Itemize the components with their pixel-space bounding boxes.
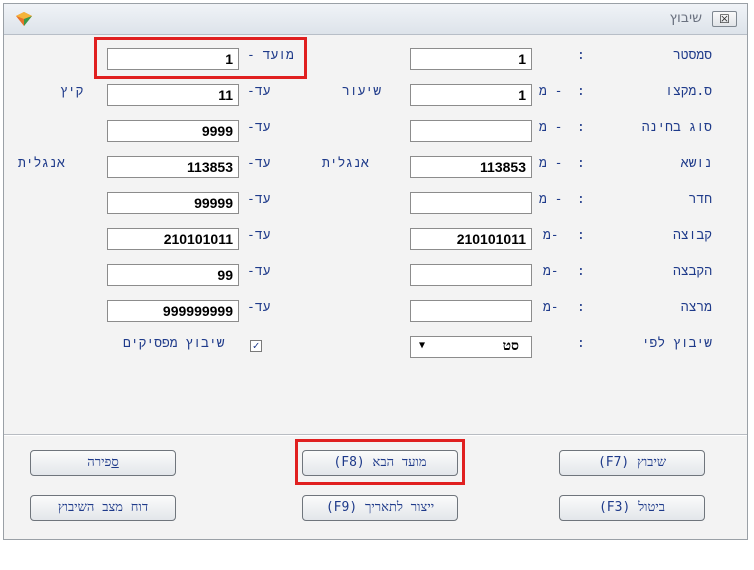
label-room: חדר bbox=[688, 192, 712, 207]
assignment-window: ☒ שיבוץ סמסטר ס.מקצו סוג בחינה נושא חדר … bbox=[3, 3, 748, 540]
label-lecturer: מרצה bbox=[680, 300, 712, 315]
from-mark: - מ bbox=[539, 192, 563, 207]
title-bar: ☒ שיבוץ bbox=[4, 4, 747, 35]
chevron-down-icon: ▼ bbox=[419, 340, 426, 351]
semester-input[interactable]: 1 bbox=[410, 48, 532, 70]
course-name-label: שיעור bbox=[342, 84, 382, 99]
assign-by-select[interactable]: ▼ סט bbox=[410, 336, 532, 358]
label-assign-by: שיבוץ לפי bbox=[641, 336, 712, 351]
from-mark: - מ bbox=[539, 156, 563, 171]
colon: : bbox=[577, 228, 585, 243]
colon: : bbox=[577, 84, 585, 99]
group-to-input[interactable]: 210101011 bbox=[107, 228, 239, 250]
subject-name-label: אנגלית bbox=[322, 156, 369, 171]
course-from-input[interactable]: 1 bbox=[410, 84, 532, 106]
to-mark: עד- bbox=[247, 120, 271, 135]
exam-type-from-input[interactable] bbox=[410, 120, 532, 142]
to-mark: עד- bbox=[247, 156, 271, 171]
group-from-input[interactable]: 210101011 bbox=[410, 228, 532, 250]
colon: : bbox=[577, 120, 585, 135]
label-allocation: הקבצה bbox=[672, 264, 712, 279]
lecturer-to-input[interactable]: 999999999 bbox=[107, 300, 239, 322]
from-mark: - מ bbox=[539, 84, 563, 99]
colon: : bbox=[577, 156, 585, 171]
assign-by-value: סט bbox=[502, 338, 519, 354]
assign-button[interactable]: שיבוץ (F7) bbox=[559, 450, 705, 476]
to-mark: עד- bbox=[247, 264, 271, 279]
subject-to-name-label: אנגלית bbox=[18, 156, 65, 171]
exam-type-to-input[interactable]: 9999 bbox=[107, 120, 239, 142]
subject-from-input[interactable]: 113853 bbox=[410, 156, 532, 178]
count-label-post: פירה bbox=[87, 455, 112, 470]
count-button[interactable]: ספירה bbox=[30, 450, 176, 476]
divider bbox=[4, 434, 747, 436]
colon: : bbox=[577, 336, 585, 351]
colon: : bbox=[577, 192, 585, 207]
lecturer-from-input[interactable] bbox=[410, 300, 532, 322]
close-icon: ☒ bbox=[719, 12, 730, 26]
breaks-checkbox-label: שיבוץ מפסיקים bbox=[123, 336, 225, 351]
course-to-name-label: קיץ bbox=[60, 84, 84, 99]
session-input[interactable]: 1 bbox=[107, 48, 239, 70]
colon: : bbox=[577, 264, 585, 279]
from-mark: -מ bbox=[543, 228, 559, 243]
from-mark: -מ bbox=[543, 300, 559, 315]
breaks-checkbox[interactable]: ✓ bbox=[250, 340, 262, 352]
colon: : bbox=[577, 48, 585, 63]
allocation-from-input[interactable] bbox=[410, 264, 532, 286]
colon: : bbox=[577, 300, 585, 315]
from-mark: -מ bbox=[543, 264, 559, 279]
to-mark: עד- bbox=[247, 192, 271, 207]
check-icon: ✓ bbox=[252, 339, 260, 352]
session-label: מועד - bbox=[247, 48, 294, 63]
create-date-button[interactable]: ייצור לתאריך (F9) bbox=[302, 495, 458, 521]
app-logo-icon bbox=[16, 12, 32, 26]
room-from-input[interactable] bbox=[410, 192, 532, 214]
count-accel: ס bbox=[111, 455, 119, 470]
course-to-input[interactable]: 11 bbox=[107, 84, 239, 106]
from-mark: - מ bbox=[539, 120, 563, 135]
to-mark: עד- bbox=[247, 228, 271, 243]
window-title: שיבוץ bbox=[669, 10, 702, 26]
label-exam-type: סוג בחינה bbox=[641, 120, 712, 135]
label-subject: נושא bbox=[680, 156, 712, 171]
allocation-to-input[interactable]: 99 bbox=[107, 264, 239, 286]
label-semester: סמסטר bbox=[672, 48, 712, 63]
label-group: קבוצה bbox=[672, 228, 712, 243]
label-course: ס.מקצו bbox=[665, 84, 712, 99]
to-mark: עד- bbox=[247, 300, 271, 315]
status-report-button[interactable]: דוח מצב השיבוץ bbox=[30, 495, 176, 521]
to-mark: עד- bbox=[247, 84, 271, 99]
cancel-button[interactable]: ביטול (F3) bbox=[559, 495, 705, 521]
next-session-highlight-box bbox=[295, 439, 465, 485]
room-to-input[interactable]: 99999 bbox=[107, 192, 239, 214]
subject-to-input[interactable]: 113853 bbox=[107, 156, 239, 178]
close-button[interactable]: ☒ bbox=[712, 11, 737, 27]
